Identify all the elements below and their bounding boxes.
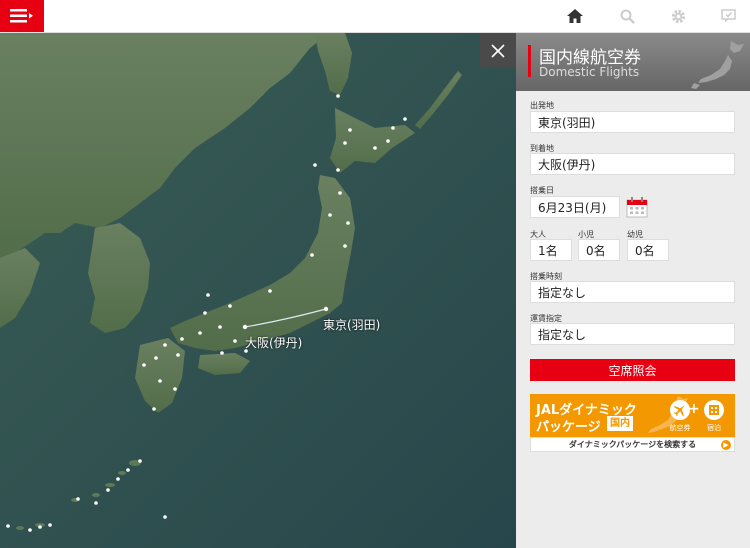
home-button[interactable] [562,5,588,27]
search-icon [620,9,635,24]
calendar-icon[interactable] [626,196,648,218]
search-button[interactable] [614,5,640,27]
japan-map-icon [691,41,744,89]
adult-field[interactable]: 1名 [530,239,572,261]
map-view[interactable]: 東京(羽田) 大阪(伊丹) [0,33,516,548]
to-field[interactable]: 大阪(伊丹) [530,153,735,175]
seat-search-button[interactable]: 空席照会 [530,359,735,381]
search-panel: 国内線航空券 Domestic Flights 出発地 東京(羽田) 到着地 大… [516,33,750,548]
airplane-icon [670,400,690,420]
from-label: 出発地 [530,101,554,110]
flight-label: 航空券 [669,424,691,432]
fare-field[interactable]: 指定なし [530,323,735,345]
menu-button[interactable] [0,0,44,32]
map-canvas [0,33,516,548]
home-icon [567,9,583,23]
panel-subtitle: Domestic Flights [539,65,640,79]
message-button[interactable] [715,5,741,27]
gear-icon [671,9,685,23]
menu-icon [10,9,33,23]
banner-top: JALダイナミック パッケージ 国内 航空券 + 宿泊 [530,394,735,437]
banner-domestic-badge: 国内 [607,416,633,431]
date-field[interactable]: 6月23日(月) [530,196,620,218]
destination-map-label: 大阪(伊丹) [245,336,303,350]
hotel-label: 宿泊 [707,424,721,432]
top-bar [0,0,750,33]
banner-title-line2: パッケージ [536,420,601,435]
plus-sign: + [688,401,700,417]
panel-header: 国内線航空券 Domestic Flights [516,33,750,91]
hotel-icon [704,400,724,420]
time-field[interactable]: 指定なし [530,281,735,303]
infant-field[interactable]: 0名 [627,239,669,261]
date-label: 搭乗日 [530,186,554,195]
settings-button[interactable] [665,5,691,27]
banner-link-text: ダイナミックパッケージを検索する [568,440,697,449]
banner-link[interactable]: ダイナミックパッケージを検索する ▶ [530,437,735,452]
child-field[interactable]: 0名 [578,239,620,261]
close-button[interactable] [480,33,516,68]
close-icon [491,43,505,58]
header-accent-bar [528,45,531,77]
from-field[interactable]: 東京(羽田) [530,111,735,133]
message-icon [720,9,736,23]
dynamic-package-banner[interactable]: JALダイナミック パッケージ 国内 航空券 + 宿泊 ダイナミックパッケージを… [530,394,735,452]
arrow-right-icon: ▶ [721,440,731,450]
origin-map-label: 東京(羽田) [323,318,381,332]
